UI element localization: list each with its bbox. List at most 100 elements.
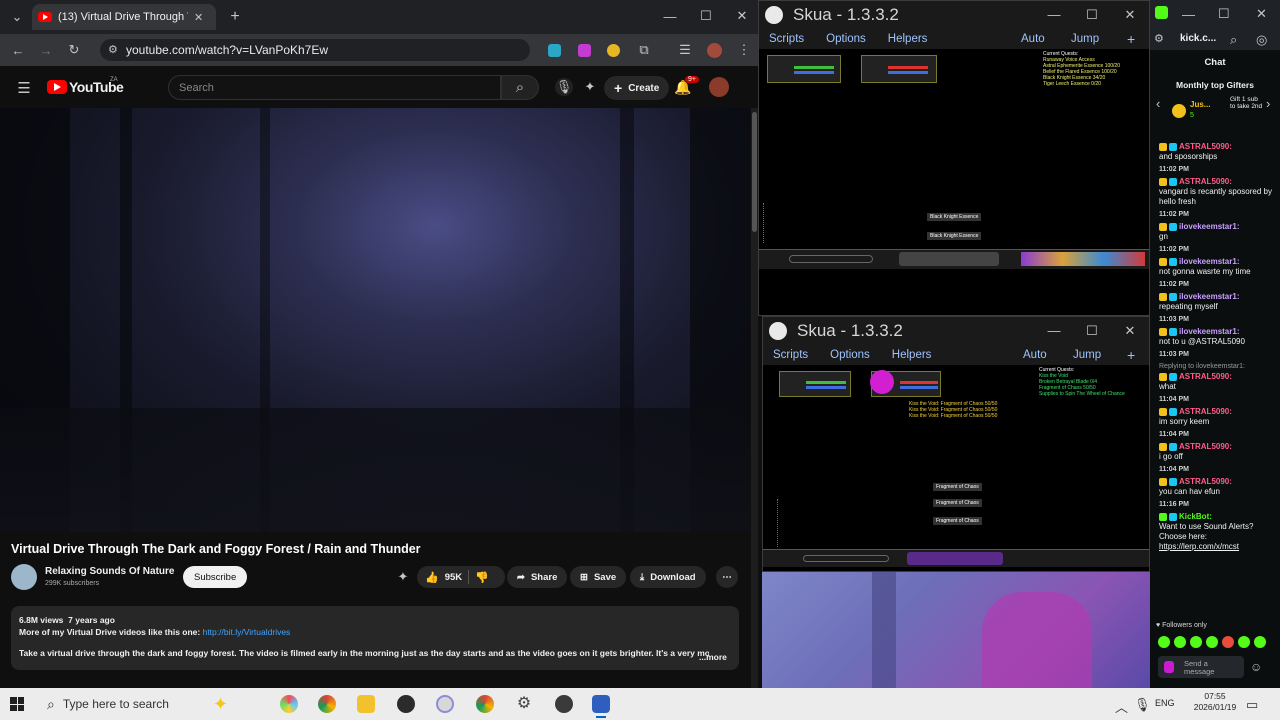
- skill-slots[interactable]: [907, 552, 1003, 565]
- message-username[interactable]: ilovekeemstar1:: [1179, 292, 1239, 301]
- like-count[interactable]: 95K: [445, 572, 462, 583]
- maximize-icon[interactable]: ☐: [698, 8, 714, 24]
- channel-avatar[interactable]: [11, 564, 37, 590]
- message-username[interactable]: KickBot:: [1179, 512, 1212, 521]
- minimize-icon[interactable]: —: [1182, 7, 1195, 22]
- menu-auto[interactable]: Auto: [1021, 33, 1045, 45]
- more-actions-button[interactable]: ⋯: [716, 566, 738, 588]
- description-box[interactable]: 6.8M views 7 years ago More of my Virtua…: [11, 606, 739, 670]
- chrome-icon[interactable]: [318, 695, 336, 713]
- profile-avatar[interactable]: [707, 43, 722, 58]
- account-avatar[interactable]: [709, 77, 729, 97]
- more-description-link[interactable]: ...more: [699, 651, 727, 663]
- extension-icon[interactable]: [578, 44, 591, 57]
- message-username[interactable]: ASTRAL5090:: [1179, 407, 1232, 416]
- word-icon[interactable]: [592, 695, 610, 713]
- voice-search-icon[interactable]: 🎙: [555, 78, 573, 96]
- file-explorer-icon[interactable]: [357, 695, 375, 713]
- menu-kebab-icon[interactable]: ⋮: [736, 42, 752, 58]
- eye-off-icon[interactable]: ◎: [1256, 32, 1267, 48]
- menu-options[interactable]: Options: [826, 33, 866, 45]
- search-input[interactable]: Search: [168, 75, 501, 100]
- language-indicator[interactable]: ENG: [1155, 698, 1175, 708]
- zoom-icon[interactable]: ⌕: [1230, 32, 1237, 48]
- message-username[interactable]: ASTRAL5090:: [1179, 372, 1232, 381]
- message-username[interactable]: ilovekeemstar1:: [1179, 222, 1239, 231]
- video-player[interactable]: [0, 108, 750, 532]
- minimize-icon[interactable]: —: [1047, 323, 1061, 338]
- message-username[interactable]: ASTRAL5090:: [1179, 177, 1232, 186]
- like-icon[interactable]: 👍: [425, 571, 439, 584]
- steam-icon[interactable]: [397, 695, 415, 713]
- message-username[interactable]: ASTRAL5090:: [1179, 442, 1232, 451]
- hamburger-menu-icon[interactable]: ☰: [15, 80, 33, 97]
- create-button[interactable]: + Create: [604, 76, 670, 100]
- menu-scripts[interactable]: Scripts: [773, 349, 808, 361]
- download-button[interactable]: ⤓ Download: [630, 566, 706, 588]
- start-button-icon[interactable]: [10, 697, 24, 711]
- subscribe-button[interactable]: Subscribe: [183, 566, 248, 588]
- minimize-icon[interactable]: —: [662, 8, 678, 24]
- browser-tab[interactable]: (13) Virtual Drive Through T ✕: [32, 4, 216, 30]
- maximize-icon[interactable]: ☐: [1218, 6, 1230, 22]
- tray-chevron-up-icon[interactable]: ︿: [1115, 697, 1128, 716]
- taskbar-search[interactable]: ⌕ Type here to search ✦: [37, 690, 247, 718]
- skua-taskbar-icon[interactable]: [555, 695, 573, 713]
- drop-notice[interactable]: Fragment of Chaos: [933, 483, 982, 491]
- drop-notice[interactable]: Black Knight Essence: [927, 232, 982, 240]
- ask-sparkle-icon[interactable]: ✦: [395, 569, 411, 585]
- extension-icon[interactable]: [548, 44, 561, 57]
- site-info-icon[interactable]: ⚙: [108, 43, 118, 56]
- snipping-tool-icon[interactable]: [436, 695, 454, 713]
- menu-options[interactable]: Options: [830, 349, 870, 361]
- close-icon[interactable]: ✕: [1123, 323, 1137, 339]
- description-link[interactable]: http://bit.ly/Virtualdrives: [203, 627, 291, 637]
- menu-helpers[interactable]: Helpers: [888, 33, 928, 45]
- skill-slots[interactable]: [899, 252, 999, 266]
- tab-close-icon[interactable]: ✕: [194, 11, 203, 24]
- maximize-icon[interactable]: ☐: [1085, 323, 1099, 339]
- new-tab-icon[interactable]: +: [225, 7, 245, 27]
- dislike-icon[interactable]: 👎: [475, 571, 489, 584]
- reload-icon[interactable]: ↻: [66, 42, 82, 58]
- menu-helpers[interactable]: Helpers: [892, 349, 932, 361]
- back-icon[interactable]: ←: [10, 42, 26, 58]
- message-username[interactable]: ASTRAL5090:: [1179, 477, 1232, 486]
- chat-message-input[interactable]: Send a message: [1158, 656, 1244, 678]
- sparkle-icon[interactable]: ✦: [581, 78, 599, 96]
- message-link[interactable]: https://lerp.com/x/mcst: [1159, 542, 1239, 551]
- menu-jump[interactable]: Jump: [1073, 349, 1101, 361]
- clock[interactable]: 07:55 2026/01/19: [1190, 691, 1240, 713]
- menu-add[interactable]: +: [1127, 31, 1135, 47]
- menu-add[interactable]: +: [1127, 347, 1135, 363]
- message-username[interactable]: ilovekeemstar1:: [1179, 327, 1239, 336]
- menu-scripts[interactable]: Scripts: [769, 33, 804, 45]
- notification-center-icon[interactable]: ▭: [1246, 697, 1258, 713]
- chevron-right-icon[interactable]: ›: [1266, 96, 1270, 111]
- game-viewport[interactable]: Kiss the Void: Fragment of Chaos 50/50 K…: [763, 365, 1149, 571]
- youtube-logo-icon[interactable]: [47, 80, 67, 94]
- page-scrollbar[interactable]: [751, 108, 758, 688]
- address-bar[interactable]: ⚙ youtube.com/watch?v=LVanPoKh7Ew: [100, 39, 530, 61]
- menu-icons[interactable]: [1021, 252, 1145, 266]
- emote-picker-icon[interactable]: ☺: [1250, 660, 1262, 674]
- reading-list-icon[interactable]: ☰: [677, 42, 693, 58]
- site-settings-icon[interactable]: ⚙: [1154, 32, 1164, 45]
- share-button[interactable]: ➦ Share: [507, 566, 568, 588]
- drop-notice[interactable]: Fragment of Chaos: [933, 517, 982, 525]
- message-username[interactable]: ASTRAL5090:: [1179, 142, 1232, 151]
- minimize-icon[interactable]: —: [1047, 7, 1061, 22]
- microphone-icon[interactable]: 🎙: [1134, 697, 1151, 713]
- tab-search-icon[interactable]: ⌄: [8, 8, 26, 26]
- save-button[interactable]: ⊞ Save: [570, 566, 627, 588]
- gifter-name[interactable]: Jus...: [1190, 100, 1210, 109]
- close-icon[interactable]: ✕: [734, 8, 750, 24]
- action-bar[interactable]: [763, 549, 1149, 567]
- game-viewport[interactable]: Current Quests: Runaway Voice Access Ast…: [759, 49, 1149, 315]
- search-button[interactable]: ⌕: [501, 75, 539, 100]
- chevron-left-icon[interactable]: ‹: [1156, 96, 1160, 111]
- channel-name[interactable]: Relaxing Sounds Of Nature: [45, 566, 174, 577]
- action-bar[interactable]: [759, 249, 1149, 269]
- settings-gear-icon[interactable]: ⚙: [515, 695, 533, 713]
- menu-jump[interactable]: Jump: [1071, 33, 1099, 45]
